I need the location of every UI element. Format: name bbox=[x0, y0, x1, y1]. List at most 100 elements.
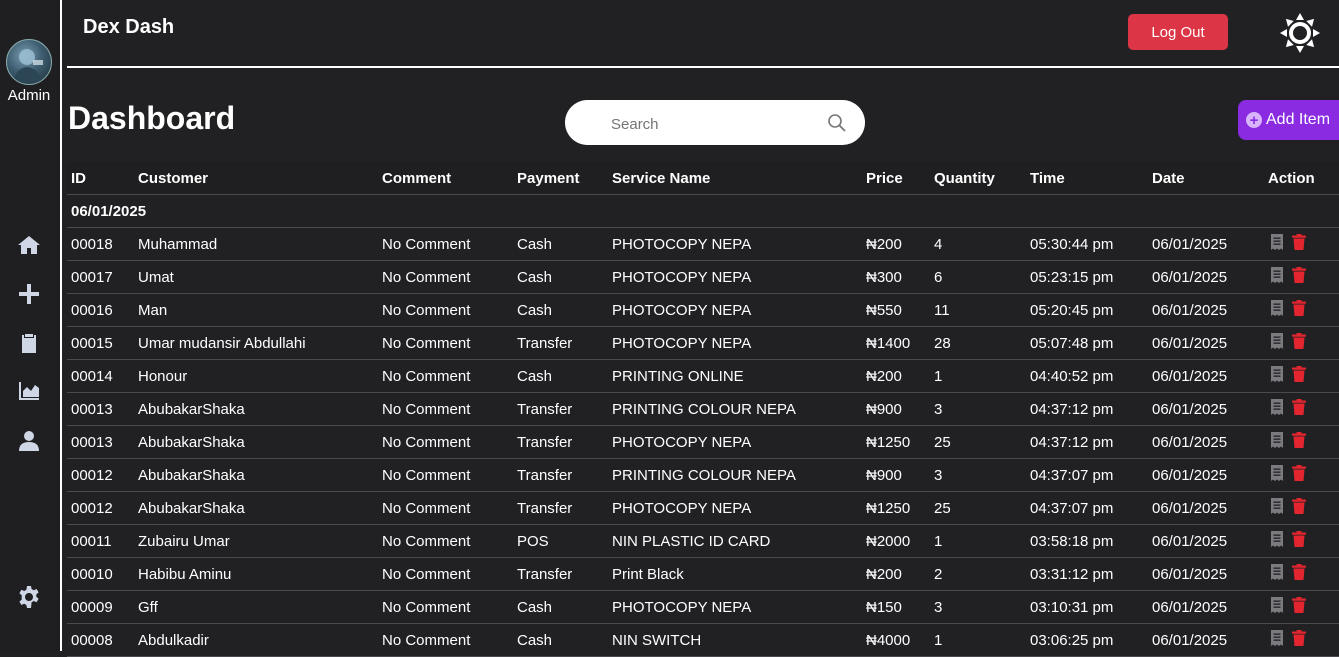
trash-icon[interactable] bbox=[1292, 267, 1306, 283]
table-row[interactable]: 00011 Zubairu Umar No Comment POS NIN PLASTI… bbox=[67, 524, 1339, 558]
trash-icon[interactable] bbox=[1292, 564, 1306, 580]
cell-time: 04:37:07 pm bbox=[1026, 458, 1148, 492]
column-header-price[interactable]: Price bbox=[862, 162, 930, 195]
cell-action bbox=[1264, 557, 1339, 591]
receipt-icon[interactable] bbox=[1270, 564, 1284, 580]
column-header-id[interactable]: ID bbox=[67, 162, 134, 195]
cell-price: ₦4000 bbox=[862, 623, 930, 657]
table-row[interactable]: 00014 Honour No Comment Cash PRINTING ONLINE… bbox=[67, 359, 1339, 393]
receipt-icon[interactable] bbox=[1270, 366, 1284, 382]
cell-comment: No Comment bbox=[378, 557, 513, 591]
sidebar: Admin bbox=[0, 0, 62, 651]
cell-payment: Transfer bbox=[513, 392, 608, 426]
trash-icon[interactable] bbox=[1292, 366, 1306, 382]
cell-time: 05:23:15 pm bbox=[1026, 260, 1148, 294]
cell-price: ₦200 bbox=[862, 227, 930, 261]
cell-service: PHOTOCOPY NEPA bbox=[608, 590, 862, 624]
nav-analytics[interactable] bbox=[16, 378, 42, 404]
trash-icon[interactable] bbox=[1292, 531, 1306, 547]
cell-customer: AbubakarShaka bbox=[134, 425, 378, 459]
table-row[interactable]: 00008 Abdulkadir No Comment Cash NIN SWITCH ₦… bbox=[67, 623, 1339, 657]
logout-button[interactable]: Log Out bbox=[1128, 14, 1228, 50]
receipt-icon[interactable] bbox=[1270, 498, 1284, 514]
column-header-payment[interactable]: Payment bbox=[513, 162, 608, 195]
trash-icon[interactable] bbox=[1292, 597, 1306, 613]
column-header-time[interactable]: Time bbox=[1026, 162, 1148, 195]
receipt-icon[interactable] bbox=[1270, 267, 1284, 283]
cell-price: ₦200 bbox=[862, 359, 930, 393]
cell-action bbox=[1264, 623, 1339, 657]
table-row[interactable]: 00013 AbubakarShaka No Comment Transfer PRIN… bbox=[67, 392, 1339, 426]
cell-time: 05:30:44 pm bbox=[1026, 227, 1148, 261]
table-row[interactable]: 00013 AbubakarShaka No Comment Transfer PHOT… bbox=[67, 425, 1339, 459]
table-row[interactable]: 00010 Habibu Aminu No Comment Transfer Print… bbox=[67, 557, 1339, 591]
receipt-icon[interactable] bbox=[1270, 597, 1284, 613]
trash-icon[interactable] bbox=[1292, 300, 1306, 316]
table-row[interactable]: 00018 Muhammad No Comment Cash PHOTOCOPY NEP… bbox=[67, 227, 1339, 261]
table-row[interactable]: 00009 Gff No Comment Cash PHOTOCOPY NEPA ₦150… bbox=[67, 590, 1339, 624]
cell-comment: No Comment bbox=[378, 293, 513, 327]
column-header-quantity[interactable]: Quantity bbox=[930, 162, 1026, 195]
cell-service: PHOTOCOPY NEPA bbox=[608, 260, 862, 294]
cell-payment: Cash bbox=[513, 359, 608, 393]
table-row[interactable]: 00017 Umat No Comment Cash PHOTOCOPY NEPA ₦30… bbox=[67, 260, 1339, 294]
nav-records[interactable] bbox=[16, 330, 42, 356]
cell-price: ₦900 bbox=[862, 392, 930, 426]
cell-comment: No Comment bbox=[378, 491, 513, 525]
nav-settings[interactable] bbox=[16, 584, 42, 610]
home-icon bbox=[18, 236, 40, 254]
cell-quantity: 3 bbox=[930, 458, 1026, 492]
cell-customer: Abdulkadir bbox=[134, 623, 378, 657]
search-icon[interactable] bbox=[827, 113, 847, 133]
cell-comment: No Comment bbox=[378, 524, 513, 558]
cell-id: 00008 bbox=[67, 623, 134, 657]
nav-add[interactable] bbox=[16, 281, 42, 307]
cell-comment: No Comment bbox=[378, 590, 513, 624]
cell-id: 00012 bbox=[67, 458, 134, 492]
trash-icon[interactable] bbox=[1292, 630, 1306, 646]
trash-icon[interactable] bbox=[1292, 465, 1306, 481]
receipt-icon[interactable] bbox=[1270, 531, 1284, 547]
cell-date: 06/01/2025 bbox=[1148, 359, 1264, 393]
add-item-button[interactable]: + Add Item bbox=[1238, 100, 1339, 140]
cell-time: 03:31:12 pm bbox=[1026, 557, 1148, 591]
table-row[interactable]: 00012 AbubakarShaka No Comment Transfer PRIN… bbox=[67, 458, 1339, 492]
nav-users[interactable] bbox=[16, 428, 42, 454]
column-header-date[interactable]: Date bbox=[1148, 162, 1264, 195]
clipboard-list-icon bbox=[22, 334, 36, 353]
receipt-icon[interactable] bbox=[1270, 234, 1284, 250]
theme-toggle[interactable] bbox=[1279, 12, 1321, 54]
nav-home[interactable] bbox=[16, 232, 42, 258]
column-header-comment[interactable]: Comment bbox=[378, 162, 513, 195]
search-input[interactable] bbox=[609, 112, 823, 136]
receipt-icon[interactable] bbox=[1270, 432, 1284, 448]
trash-icon[interactable] bbox=[1292, 432, 1306, 448]
trash-icon[interactable] bbox=[1292, 234, 1306, 250]
receipt-icon[interactable] bbox=[1270, 333, 1284, 349]
receipt-icon[interactable] bbox=[1270, 399, 1284, 415]
cell-action bbox=[1264, 491, 1339, 525]
receipt-icon[interactable] bbox=[1270, 300, 1284, 316]
cell-quantity: 1 bbox=[930, 359, 1026, 393]
table-row[interactable]: 00016 Man No Comment Cash PHOTOCOPY NEPA ₦550… bbox=[67, 293, 1339, 327]
trash-icon[interactable] bbox=[1292, 333, 1306, 349]
cell-price: ₦300 bbox=[862, 260, 930, 294]
column-header-customer[interactable]: Customer bbox=[134, 162, 378, 195]
cell-date: 06/01/2025 bbox=[1148, 590, 1264, 624]
trash-icon[interactable] bbox=[1292, 399, 1306, 415]
avatar[interactable] bbox=[6, 39, 52, 85]
receipt-icon[interactable] bbox=[1270, 630, 1284, 646]
cell-action bbox=[1264, 524, 1339, 558]
search-box bbox=[565, 100, 865, 145]
cell-quantity: 25 bbox=[930, 491, 1026, 525]
cell-customer: Umar mudansir Abdullahi bbox=[134, 326, 378, 360]
column-header-service[interactable]: Service Name bbox=[608, 162, 862, 195]
trash-icon[interactable] bbox=[1292, 498, 1306, 514]
table-row[interactable]: 00012 AbubakarShaka No Comment Transfer PHOT… bbox=[67, 491, 1339, 525]
table-row[interactable]: 00015 Umar mudansir Abdullahi No Comment Tr… bbox=[67, 326, 1339, 360]
cell-price: ₦200 bbox=[862, 557, 930, 591]
receipt-icon[interactable] bbox=[1270, 465, 1284, 481]
cell-time: 04:37:12 pm bbox=[1026, 392, 1148, 426]
sun-icon bbox=[1280, 13, 1320, 53]
cell-price: ₦2000 bbox=[862, 524, 930, 558]
